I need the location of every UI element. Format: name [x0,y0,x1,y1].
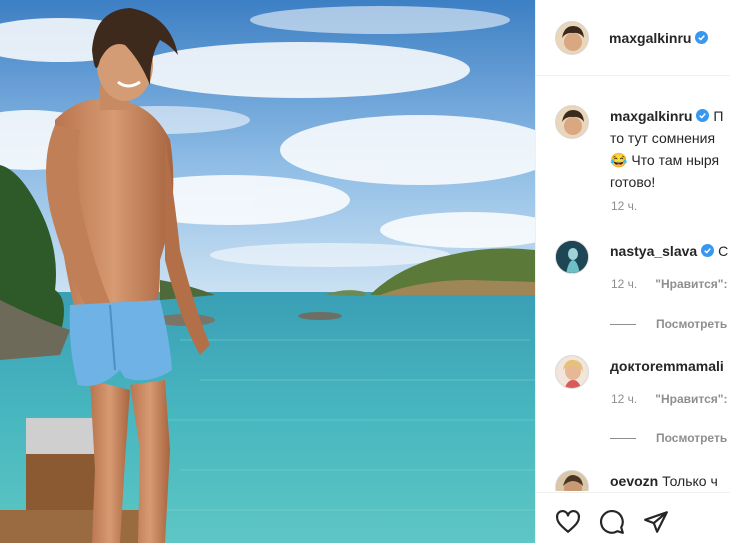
comment-line: то тут сомнения [610,130,716,146]
replies-divider [610,437,636,439]
heart-icon[interactable] [555,509,581,535]
comment-body: С [718,243,729,259]
comment-username[interactable]: доктoremmamali [610,358,724,374]
comments-list: maxgalkinru П то тут сомнения 😂 Что там … [536,77,730,491]
comment-body: Только ч [662,473,718,489]
beach-photo-illustration [0,0,535,543]
view-replies-label: Посмотреть [656,317,728,331]
comment-line: 😂 Что там ныря [610,152,720,168]
view-replies[interactable]: Посмотреть [610,317,727,331]
comment-text: oevozn Только ч [610,470,730,491]
verified-icon [696,109,710,122]
comment-meta: 12 ч. "Нравится": [611,392,727,406]
avatar[interactable] [555,105,589,139]
author-username[interactable]: maxgalkinru [609,30,709,46]
comment-meta: 12 ч. "Нравится": [611,277,727,291]
avatar[interactable] [555,355,589,389]
comment-username[interactable]: nastya_slava [610,243,697,259]
comment-username[interactable]: maxgalkinru [610,108,692,124]
comment-text: доктoremmamali [610,355,730,377]
post-actions-bar [536,492,730,543]
comment-likes[interactable]: "Нравится": [655,392,727,406]
post-photo[interactable] [0,0,535,543]
comment-text: nastya_slava С [610,240,730,262]
comment-time[interactable]: 12 ч. [611,277,637,291]
comment-time[interactable]: 12 ч. [611,392,637,406]
author-avatar[interactable] [555,20,589,55]
verified-icon [695,30,709,44]
paper-plane-icon[interactable] [643,509,669,535]
verified-icon [701,244,715,257]
comment-line: готово! [610,174,656,190]
comment-line: П [713,108,724,124]
comment-text: maxgalkinru П то тут сомнения 😂 Что там … [610,105,730,193]
comment-icon[interactable] [599,509,625,535]
comment-time[interactable]: 12 ч. [611,199,637,213]
post-side-panel: maxgalkinru maxgalkinru П то тут сомнени… [535,0,730,543]
post-header: maxgalkinru [536,0,730,76]
avatar[interactable] [555,470,589,491]
comment-username[interactable]: oevozn [610,473,658,489]
avatar[interactable] [555,240,589,274]
comment-likes[interactable]: "Нравится": [655,277,727,291]
view-replies[interactable]: Посмотреть [610,431,727,445]
replies-divider [610,323,636,325]
view-replies-label: Посмотреть [656,431,728,445]
